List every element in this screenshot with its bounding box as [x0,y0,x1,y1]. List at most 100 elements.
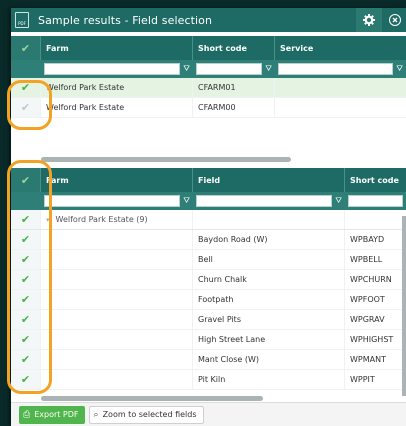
cell-farm [41,330,193,349]
cell-short-code: WPBELL [350,255,383,264]
check-icon: ✔ [20,81,31,94]
cell-field: High Street Lane [193,330,345,349]
farm-grid-header: ✔ Farm Short code Service [11,36,406,60]
cell-farm [41,230,193,249]
cell-farm [41,290,193,309]
row-checkbox[interactable]: ✔ [11,250,41,269]
pdf-icon-text: PDF [18,21,26,26]
cell-field: Churn Chalk [193,270,345,289]
filter-icon[interactable]: ⛛ [183,64,190,74]
title-bar: PDF Sample results - Field selection [11,8,406,32]
gear-icon [363,14,375,26]
row-checkbox[interactable]: ✔ [11,270,41,289]
row-checkbox[interactable]: ✔ [11,230,41,249]
row-checkbox[interactable]: ✔ [11,310,41,329]
dialog-footer: ⎙ Export PDF ⌕ Zoom to selected fields [11,402,406,426]
filter-icon[interactable]: ⛛ [183,196,190,206]
field-filter-row: ⛛ ⛛ [11,192,406,210]
farm-filter-input[interactable] [44,63,181,75]
cell-field: Baydon Road (W) [193,230,345,249]
table-row[interactable]: ✔ Mant Close (W) WPMANT [11,350,406,370]
row-checkbox[interactable]: ✔ [11,98,41,117]
cell-farm [41,370,193,389]
table-row[interactable]: ✔ Welford Park Estate CFARM00 [11,98,406,118]
check-icon: ✔ [20,213,31,226]
field-filter-input[interactable] [196,195,333,207]
cell-short-code: CFARM00 [193,98,275,117]
table-row[interactable]: ✔ Welford Park Estate CFARM01 [11,78,406,98]
table-row[interactable]: ✔ Footpath WPFOOT [11,290,406,310]
export-pdf-label: Export PDF [34,410,79,419]
group-checkbox[interactable]: ✔ [11,210,41,229]
table-row[interactable]: ✔ Pit Kiln WPPIT [11,370,406,390]
column-header-field[interactable]: Field [193,168,345,192]
cell-short-code: CFARM01 [193,78,275,97]
cell-field: Bell [193,250,345,269]
cell-short-code: WPFOOT [350,295,385,304]
field-rows: ✔ Baydon Road (W) WPBAYD ✔ Bell WPBELL ✔ Churn … [11,230,406,390]
field-selection-dialog: PDF Sample results - Field selection ✔ F… [11,8,406,426]
check-icon: ✔ [20,273,31,286]
window-title: Sample results - Field selection [38,13,213,27]
select-all-fields-checkbox[interactable]: ✔ [11,168,41,192]
field-grid-header: ✔ Farm Field Short code [11,168,406,192]
cell-short-code: WPHIGHST [350,335,394,344]
column-header-service[interactable]: Service [275,36,406,60]
farm-grid-horizontal-scrollbar[interactable] [41,157,291,162]
check-icon: ✔ [20,101,31,114]
cell-farm [41,270,193,289]
column-header-farm[interactable]: Farm [41,36,193,60]
cell-farm [41,250,193,269]
row-checkbox[interactable]: ✔ [11,350,41,369]
farm-grid: ✔ Farm Short code Service ⛛ ⛛ ⛛ ✔ Welfor… [11,36,406,162]
check-icon: ✔ [20,173,31,187]
check-icon: ✔ [20,233,31,246]
cell-field: Mant Close (W) [193,350,345,369]
check-icon: ✔ [20,333,31,346]
check-icon: ✔ [20,41,31,55]
group-label: ▾ Welford Park Estate (9) [41,210,193,229]
column-header-farm[interactable]: Farm [41,168,193,192]
short-code-filter-input[interactable] [348,195,403,207]
column-header-short-code[interactable]: Short code [345,168,406,192]
zoom-icon: ⌕ [93,409,99,420]
row-checkbox[interactable]: ✔ [11,78,41,97]
row-checkbox[interactable]: ✔ [11,290,41,309]
table-row[interactable]: ✔ Baydon Road (W) WPBAYD [11,230,406,250]
field-grid-vertical-scrollbar[interactable] [402,216,406,396]
check-icon: ✔ [20,313,31,326]
group-name: Welford Park Estate (9) [55,215,148,224]
service-filter-input[interactable] [278,63,394,75]
row-checkbox[interactable]: ✔ [11,370,41,389]
group-row[interactable]: ✔ ▾ Welford Park Estate (9) [11,210,406,230]
export-pdf-button[interactable]: ⎙ Export PDF [19,405,85,424]
zoom-label: Zoom to selected fields [102,410,197,419]
filter-icon[interactable]: ⛛ [335,196,342,206]
farm-filter-input[interactable] [44,195,181,207]
close-button[interactable] [384,8,406,32]
settings-button[interactable] [356,8,382,32]
table-row[interactable]: ✔ Bell WPBELL [11,250,406,270]
cell-service [275,98,406,117]
filter-icon[interactable]: ⛛ [265,64,272,74]
cell-farm: Welford Park Estate [41,78,193,97]
field-grid-horizontal-scrollbar[interactable] [41,396,263,401]
collapse-icon[interactable]: ▾ [46,216,50,224]
short-code-filter-input[interactable] [196,63,263,75]
cell-farm [41,350,193,369]
cell-short-code: WPMANT [350,355,386,364]
check-icon: ✔ [20,253,31,266]
row-checkbox[interactable]: ✔ [11,330,41,349]
table-row[interactable]: ✔ Churn Chalk WPCHURN [11,270,406,290]
column-header-short-code[interactable]: Short code [193,36,275,60]
close-icon [389,14,401,26]
farm-filter-row: ⛛ ⛛ ⛛ [11,60,406,78]
cell-farm [41,310,193,329]
table-row[interactable]: ✔ Gravel Pits WPGRAV [11,310,406,330]
cell-short-code: WPPIT [350,375,375,384]
cell-short-code: WPCHURN [350,275,392,284]
table-row[interactable]: ✔ High Street Lane WPHIGHST [11,330,406,350]
zoom-to-selected-button[interactable]: ⌕ Zoom to selected fields [88,405,204,424]
select-all-farms-checkbox[interactable]: ✔ [11,36,41,60]
filter-icon[interactable]: ⛛ [396,64,403,74]
